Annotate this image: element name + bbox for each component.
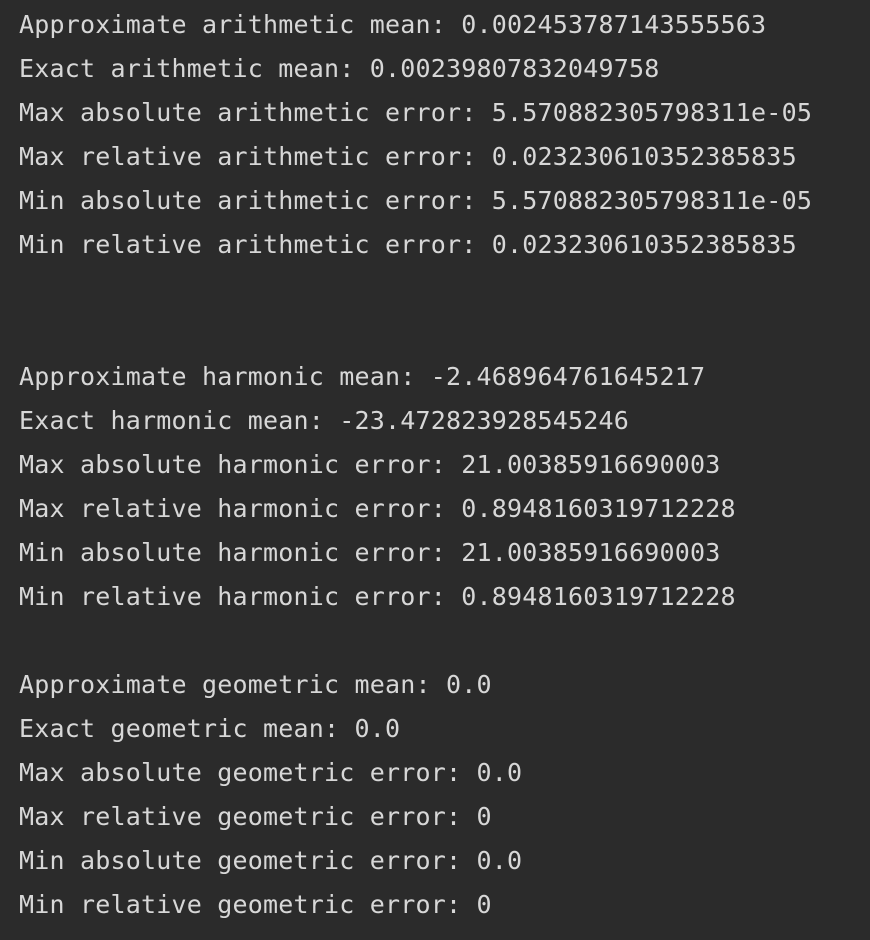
console-line: Approximate geometric mean: 0.0 <box>19 670 492 699</box>
console-line: Approximate harmonic mean: -2.4689647616… <box>19 362 706 391</box>
console-line: Max relative arithmetic error: 0.0232306… <box>19 142 797 171</box>
console-line: Exact geometric mean: 0.0 <box>19 714 401 743</box>
console-line: Max absolute arithmetic error: 5.5708823… <box>19 98 813 127</box>
console-line: Max relative harmonic error: 0.894816031… <box>19 494 736 523</box>
console-line: Exact harmonic mean: -23.472823928545246 <box>19 406 630 435</box>
console-line: Max absolute geometric error: 0.0 <box>19 758 523 787</box>
console-output[interactable]: Approximate arithmetic mean: 0.002453787… <box>0 0 870 940</box>
console-line: Min absolute arithmetic error: 5.5708823… <box>19 186 813 215</box>
console-line: Max relative geometric error: 0 <box>19 802 492 831</box>
console-line: Min relative geometric error: 0 <box>19 890 492 919</box>
console-line: Min absolute geometric error: 0.0 <box>19 846 523 875</box>
console-line: Exact arithmetic mean: 0.002398078320497… <box>19 54 660 83</box>
console-line: Min relative arithmetic error: 0.0232306… <box>19 230 797 259</box>
console-line: Min absolute harmonic error: 21.00385916… <box>19 538 721 567</box>
console-line: Min relative harmonic error: 0.894816031… <box>19 582 736 611</box>
console-line: Approximate arithmetic mean: 0.002453787… <box>19 10 767 39</box>
console-line: Max absolute harmonic error: 21.00385916… <box>19 450 721 479</box>
